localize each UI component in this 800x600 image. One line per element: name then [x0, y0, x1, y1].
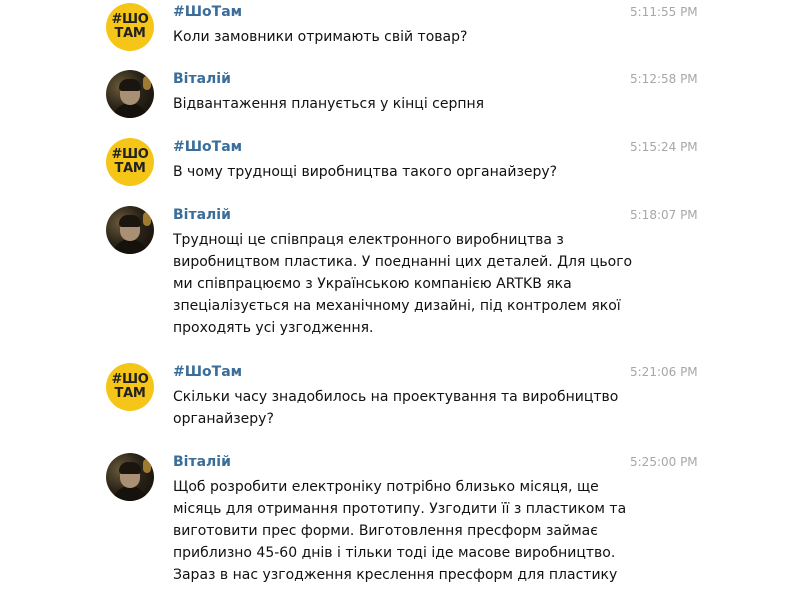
message-timestamp: 5:21:06 PM: [630, 365, 698, 379]
avatar-hair: [119, 462, 141, 474]
sender-name[interactable]: Віталій: [173, 454, 231, 470]
message-text: Коли замовники отримають свій товар?: [173, 26, 613, 48]
sender-name[interactable]: #ШоТам: [173, 364, 242, 380]
message-text: В чому труднощі виробництва такого орган…: [173, 161, 613, 183]
message-line: Щоб розробити електроніку потрібно близь…: [173, 479, 599, 495]
message-line: приблизно 45-60 днів і тільки тоді іде м…: [173, 545, 616, 561]
sender-name[interactable]: Віталій: [173, 207, 231, 223]
sender-name[interactable]: #ШоТам: [173, 139, 242, 155]
message-line: місяць для отримання прототипу. Узгодити…: [173, 501, 627, 517]
message-line: Відвантаження планується у кінці серпня: [173, 96, 485, 112]
avatar-background-light: [143, 212, 151, 226]
avatar-text: ТАМ: [114, 161, 146, 176]
sender-name[interactable]: Віталій: [173, 71, 231, 87]
message-timestamp: 5:12:58 PM: [630, 72, 698, 86]
message-line: виготовити прес форми. Виготовлення прес…: [173, 523, 598, 539]
avatar-text: ТАМ: [114, 386, 146, 401]
message-line: Зараз в нас узгодження креслення пресфор…: [173, 567, 618, 583]
user-avatar[interactable]: [106, 70, 154, 118]
message-text: Скільки часу знадобилось на проектування…: [173, 386, 619, 430]
message-timestamp: 5:18:07 PM: [630, 208, 698, 222]
brand-avatar[interactable]: #ШО ТАМ: [106, 138, 154, 186]
message-line: ми співпрацюємо з Українською компанією …: [173, 276, 572, 292]
avatar-background-light: [143, 76, 151, 90]
message-text: Відвантаження планується у кінці серпня: [173, 93, 613, 115]
message-timestamp: 5:15:24 PM: [630, 140, 698, 154]
avatar-text: #ШО: [111, 147, 149, 162]
message-text: Щоб розробити електроніку потрібно близь…: [173, 476, 627, 586]
brand-avatar[interactable]: #ШО ТАМ: [106, 3, 154, 51]
message-line: зпеціалізується на механічному дизайні, …: [173, 298, 621, 314]
message-text: Труднощі це співпраця електронного вироб…: [173, 229, 633, 339]
avatar-shoulders: [112, 103, 148, 118]
sender-name[interactable]: #ШоТам: [173, 4, 242, 20]
chat-history[interactable]: #ШО ТАМ #ШоТам 5:11:55 PM Коли замовники…: [0, 0, 800, 600]
avatar-hair: [119, 215, 141, 227]
message-line: виробництвом пластика. У поеднанні цих д…: [173, 254, 633, 270]
avatar-background-light: [143, 459, 151, 473]
message-line: Коли замовники отримають свій товар?: [173, 29, 468, 45]
avatar-shoulders: [112, 239, 148, 254]
avatar-text: #ШО: [111, 12, 149, 27]
brand-avatar[interactable]: #ШО ТАМ: [106, 363, 154, 411]
avatar-text: #ШО: [111, 372, 149, 387]
user-avatar[interactable]: [106, 453, 154, 501]
message-line: Труднощі це співпраця електронного вироб…: [173, 232, 564, 248]
avatar-shoulders: [112, 486, 148, 501]
message-timestamp: 5:11:55 PM: [630, 5, 698, 19]
avatar-text: ТАМ: [114, 26, 146, 41]
message-timestamp: 5:25:00 PM: [630, 455, 698, 469]
message-line: органайзеру?: [173, 411, 274, 427]
avatar-hair: [119, 79, 141, 91]
message-line: В чому труднощі виробництва такого орган…: [173, 164, 558, 180]
user-avatar[interactable]: [106, 206, 154, 254]
message-line: проходять усі узгодження.: [173, 320, 374, 336]
message-line: Скільки часу знадобилось на проектування…: [173, 389, 619, 405]
